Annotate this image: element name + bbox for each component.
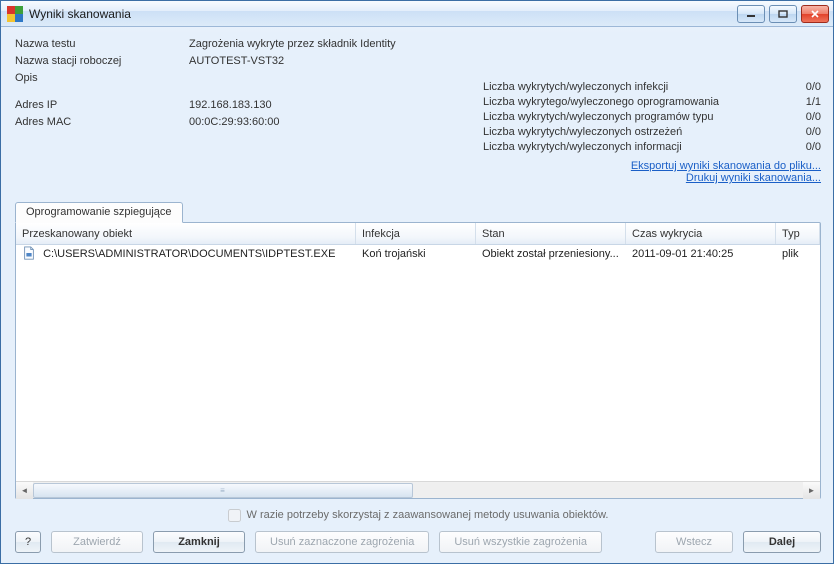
label-mac: Adres MAC [15,115,189,130]
tab-spyware[interactable]: Oprogramowanie szpiegujące [15,202,183,223]
cell-type: plik [776,248,820,260]
advanced-removal-label: W razie potrzeby skorzystaj z zaawansowa… [247,509,609,521]
value-description [189,71,396,86]
print-link[interactable]: Drukuj wyniki skanowania... [686,172,821,184]
cell-object-text: C:\USERS\ADMINISTRATOR\DOCUMENTS\IDPTEST… [43,248,335,260]
cell-detected: 2011-09-01 21:40:25 [626,248,776,260]
results-area: Oprogramowanie szpiegujące Przeskanowany… [15,202,821,499]
delete-selected-button[interactable]: Usuń zaznaczone zagrożenia [255,531,429,553]
table-row[interactable]: C:\USERS\ADMINISTRATOR\DOCUMENTS\IDPTEST… [16,245,820,263]
info-right: Liczba wykrytych/wyleczonych infekcji 0/… [483,37,821,184]
value-station-name: AUTOTEST-VST32 [189,54,396,69]
advanced-removal-checkbox [228,509,241,522]
table-header: Przeskanowany obiekt Infekcja Stan Czas … [16,223,820,245]
scroll-left-icon[interactable]: ◄ [16,482,33,499]
help-button[interactable]: ? [15,531,41,553]
stat-value: 0/0 [806,111,821,126]
value-ip: 192.168.183.130 [189,98,396,113]
stat-label: Liczba wykrytych/wyleczonych programów t… [483,111,713,126]
content-area: Nazwa testu Nazwa stacji roboczej Opis A… [1,27,833,563]
window-title: Wyniki skanowania [29,7,737,21]
stat-label: Liczba wykrytych/wyleczonych informacji [483,141,682,156]
label-test-name: Nazwa testu [15,37,189,52]
stat-row: Liczba wykrytych/wyleczonych ostrzeżeń 0… [483,126,821,141]
export-link[interactable]: Eksportuj wyniki skanowania do pliku... [631,160,821,172]
advanced-removal-line: W razie potrzeby skorzystaj z zaawansowa… [15,505,821,525]
window-controls [737,5,829,23]
button-row: ? Zatwierdź Zamknij Usuń zaznaczone zagr… [15,531,821,553]
delete-all-button[interactable]: Usuń wszystkie zagrożenia [439,531,602,553]
label-description: Opis [15,71,189,86]
info-values: Zagrożenia wykryte przez składnik Identi… [189,37,396,184]
stat-row: Liczba wykrytych/wyleczonych informacji … [483,141,821,156]
horizontal-scrollbar[interactable]: ◄ ≡ ► [16,481,820,498]
titlebar: Wyniki skanowania [1,1,833,27]
col-type[interactable]: Typ [776,223,820,244]
cell-object: C:\USERS\ADMINISTRATOR\DOCUMENTS\IDPTEST… [16,246,356,262]
approve-button[interactable]: Zatwierdź [51,531,143,553]
results-table: Przeskanowany obiekt Infekcja Stan Czas … [15,222,821,499]
minimize-button[interactable] [737,5,765,23]
cell-infection: Koń trojański [356,248,476,260]
stat-label: Liczba wykrytych/wyleczonych infekcji [483,81,668,96]
scroll-thumb[interactable]: ≡ [33,483,413,498]
col-status[interactable]: Stan [476,223,626,244]
value-test-name: Zagrożenia wykryte przez składnik Identi… [189,37,396,52]
stat-value: 0/0 [806,126,821,141]
file-icon [22,246,38,262]
next-button[interactable]: Dalej [743,531,821,553]
stat-row: Liczba wykrytych/wyleczonych infekcji 0/… [483,81,821,96]
scroll-right-icon[interactable]: ► [803,482,820,499]
label-station-name: Nazwa stacji roboczej [15,54,189,69]
export-links: Eksportuj wyniki skanowania do pliku... … [483,160,821,184]
maximize-button[interactable] [769,5,797,23]
table-body: C:\USERS\ADMINISTRATOR\DOCUMENTS\IDPTEST… [16,245,820,481]
stat-label: Liczba wykrytych/wyleczonych ostrzeżeń [483,126,682,141]
back-button[interactable]: Wstecz [655,531,733,553]
stat-row: Liczba wykrytych/wyleczonych programów t… [483,111,821,126]
col-infection[interactable]: Infekcja [356,223,476,244]
col-object[interactable]: Przeskanowany obiekt [16,223,356,244]
info-block: Nazwa testu Nazwa stacji roboczej Opis A… [15,37,821,184]
footer: W razie potrzeby skorzystaj z zaawansowa… [15,499,821,553]
app-icon [7,6,23,22]
tabs: Oprogramowanie szpiegujące [15,202,821,222]
stat-row: Liczba wykrytego/wyleczonego oprogramowa… [483,96,821,111]
stat-value: 0/0 [806,141,821,156]
stat-label: Liczba wykrytego/wyleczonego oprogramowa… [483,96,719,111]
value-mac: 00:0C:29:93:60:00 [189,115,396,130]
info-left: Nazwa testu Nazwa stacji roboczej Opis A… [15,37,396,184]
stat-value: 0/0 [806,81,821,96]
scroll-track[interactable]: ≡ [33,483,803,498]
info-labels: Nazwa testu Nazwa stacji roboczej Opis A… [15,37,189,184]
window-root: Wyniki skanowania Nazwa testu Nazwa stac… [0,0,834,564]
label-ip: Adres IP [15,98,189,113]
close-results-button[interactable]: Zamknij [153,531,245,553]
stat-value: 1/1 [806,96,821,111]
cell-status: Obiekt został przeniesiony... [476,248,626,260]
close-button[interactable] [801,5,829,23]
col-detected[interactable]: Czas wykrycia [626,223,776,244]
